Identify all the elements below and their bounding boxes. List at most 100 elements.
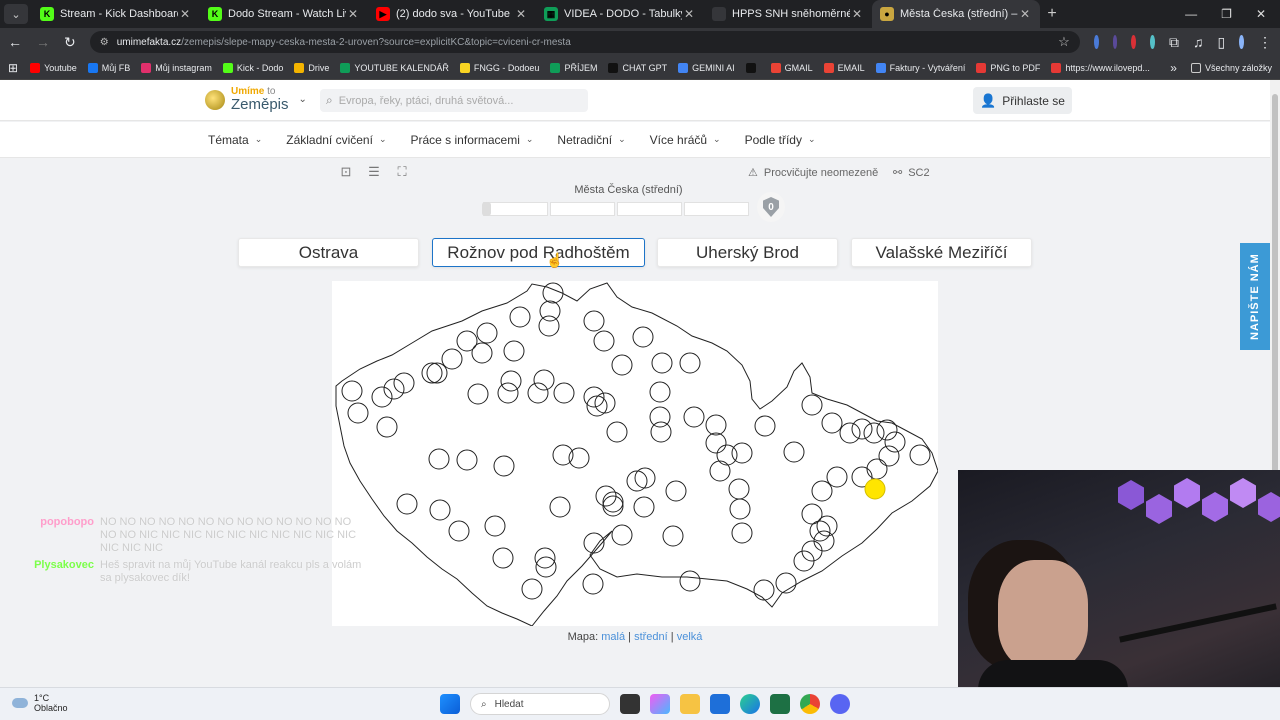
copilot-icon[interactable] bbox=[650, 694, 670, 714]
city-marker[interactable] bbox=[441, 348, 463, 370]
city-marker[interactable] bbox=[527, 382, 549, 404]
city-marker[interactable] bbox=[493, 455, 515, 477]
close-window-icon[interactable]: ✕ bbox=[1256, 7, 1266, 21]
chrome-icon[interactable] bbox=[800, 694, 820, 714]
apps-grid-icon[interactable]: ⊞ bbox=[8, 61, 18, 75]
city-marker[interactable] bbox=[602, 491, 624, 513]
city-marker[interactable] bbox=[826, 466, 848, 488]
taskbar-search[interactable]: ⌕ Hledat bbox=[470, 693, 610, 715]
city-marker[interactable] bbox=[783, 441, 805, 463]
close-tab-icon[interactable]: ✕ bbox=[514, 7, 528, 21]
bookmark-item[interactable]: EMAIL bbox=[823, 62, 865, 73]
answer-option[interactable]: Uherský Brod bbox=[657, 238, 838, 267]
bookmarks-overflow[interactable]: » bbox=[1170, 61, 1177, 75]
login-button[interactable]: 👤 Přihlaste se bbox=[973, 87, 1072, 114]
city-marker[interactable] bbox=[863, 422, 885, 444]
site-search[interactable]: ⌕ bbox=[320, 89, 588, 112]
profile-avatar[interactable] bbox=[1239, 35, 1245, 49]
bookmark-item[interactable]: GMAIL bbox=[770, 62, 813, 73]
browser-tab[interactable]: ▦ VIDEA - DODO - Tabulky Googl✕ bbox=[536, 0, 704, 28]
site-logo[interactable]: Umíme to Zeměpis ⌄ bbox=[205, 87, 307, 112]
city-marker[interactable] bbox=[679, 570, 701, 592]
city-marker[interactable] bbox=[665, 480, 687, 502]
city-marker[interactable] bbox=[729, 498, 751, 520]
bookmark-item[interactable] bbox=[745, 62, 760, 73]
bookmark-item[interactable]: PNG to PDF bbox=[976, 62, 1040, 73]
browser-tab[interactable]: ▶ (2) dodo sva - YouTube ✕ bbox=[368, 0, 536, 28]
bookmark-item[interactable]: Můj instagram bbox=[141, 62, 212, 73]
bookmark-item[interactable]: https://www.ilovepd... bbox=[1051, 62, 1150, 73]
city-marker[interactable] bbox=[683, 406, 705, 428]
bookmark-star-icon[interactable]: ☆ bbox=[1058, 34, 1070, 50]
tab-search-button[interactable]: ⌄ bbox=[4, 4, 28, 24]
city-marker[interactable] bbox=[582, 573, 604, 595]
all-bookmarks[interactable]: Všechny záložky bbox=[1190, 62, 1272, 73]
windows-start-icon[interactable] bbox=[440, 694, 460, 714]
sidepanel-icon[interactable]: ▯ bbox=[1217, 34, 1225, 51]
bookmark-item[interactable]: YOUTUBE KALENDÁŘ bbox=[340, 62, 449, 73]
city-marker[interactable] bbox=[884, 431, 906, 453]
menu-item[interactable]: Netradiční ⌄ bbox=[557, 133, 625, 147]
weather-widget[interactable]: 1°C Oblačno bbox=[12, 693, 68, 713]
fullscreen-icon[interactable]: ⛶ bbox=[394, 164, 410, 180]
city-marker[interactable] bbox=[716, 444, 738, 466]
outlook-icon[interactable] bbox=[710, 694, 730, 714]
city-marker[interactable] bbox=[421, 362, 443, 384]
browser-tab[interactable]: HPPS SNH sněhoměrné stanice✕ bbox=[704, 0, 872, 28]
city-marker[interactable] bbox=[492, 547, 514, 569]
city-marker[interactable] bbox=[611, 524, 633, 546]
extension-icon[interactable] bbox=[1150, 35, 1155, 49]
reload-icon[interactable]: ↻ bbox=[64, 34, 76, 51]
bookmark-item[interactable]: Kick - Dodo bbox=[222, 62, 283, 73]
menu-item[interactable]: Více hráčů ⌄ bbox=[650, 133, 721, 147]
close-tab-icon[interactable]: ✕ bbox=[850, 7, 864, 21]
city-marker[interactable] bbox=[731, 442, 753, 464]
site-info-icon[interactable]: ⚙ bbox=[100, 37, 109, 48]
city-marker[interactable] bbox=[538, 315, 560, 337]
city-marker[interactable] bbox=[709, 460, 731, 482]
city-marker[interactable] bbox=[851, 418, 873, 440]
browser-tab[interactable]: K Stream - Kick Dashboard ✕ bbox=[32, 0, 200, 28]
bookmark-item[interactable]: Youtube bbox=[30, 62, 77, 73]
city-marker[interactable] bbox=[839, 422, 861, 444]
bookmark-item[interactable]: PŘÍJEM bbox=[550, 62, 597, 73]
city-marker[interactable] bbox=[521, 578, 543, 600]
task-view-icon[interactable] bbox=[620, 694, 640, 714]
menu-item[interactable]: Podle třídy ⌄ bbox=[745, 133, 816, 147]
city-marker[interactable] bbox=[471, 342, 493, 364]
new-tab-button[interactable]: + bbox=[1040, 5, 1064, 23]
city-marker[interactable] bbox=[549, 496, 571, 518]
bookmark-item[interactable]: CHAT GPT bbox=[608, 62, 667, 73]
city-marker[interactable] bbox=[583, 310, 605, 332]
city-marker[interactable] bbox=[611, 354, 633, 376]
bookmark-item[interactable]: Faktury - Vytváření bbox=[875, 62, 965, 73]
back-icon[interactable]: ← bbox=[8, 34, 22, 50]
city-marker[interactable] bbox=[606, 421, 628, 443]
city-marker[interactable] bbox=[476, 322, 498, 344]
edge-icon[interactable] bbox=[740, 694, 760, 714]
city-marker[interactable] bbox=[633, 496, 655, 518]
city-marker[interactable] bbox=[429, 499, 451, 521]
city-marker[interactable] bbox=[448, 520, 470, 542]
close-tab-icon[interactable]: ✕ bbox=[178, 7, 192, 21]
share-link[interactable]: ⚯ SC2 bbox=[893, 166, 930, 180]
close-tab-icon[interactable]: ✕ bbox=[346, 7, 360, 21]
city-marker[interactable] bbox=[347, 402, 369, 424]
city-marker[interactable] bbox=[341, 380, 363, 402]
bookmark-item[interactable]: GEMINI AI bbox=[678, 62, 735, 73]
city-marker[interactable] bbox=[632, 326, 654, 348]
city-marker[interactable] bbox=[775, 572, 797, 594]
city-marker[interactable] bbox=[731, 522, 753, 544]
menu-item[interactable]: Témata ⌄ bbox=[208, 133, 262, 147]
answer-option[interactable]: Valašské Meziříčí bbox=[851, 238, 1032, 267]
city-marker[interactable] bbox=[542, 282, 564, 304]
city-marker[interactable] bbox=[456, 330, 478, 352]
close-tab-icon[interactable]: ✕ bbox=[1018, 7, 1032, 21]
search-input[interactable] bbox=[338, 94, 569, 107]
forward-icon[interactable]: → bbox=[36, 34, 50, 50]
city-marker[interactable] bbox=[509, 306, 531, 328]
practice-unlimited-link[interactable]: ⚠ Procvičujte neomezeně bbox=[748, 166, 878, 180]
city-marker[interactable] bbox=[811, 480, 833, 502]
city-marker[interactable] bbox=[821, 412, 843, 434]
city-marker[interactable] bbox=[705, 414, 727, 436]
